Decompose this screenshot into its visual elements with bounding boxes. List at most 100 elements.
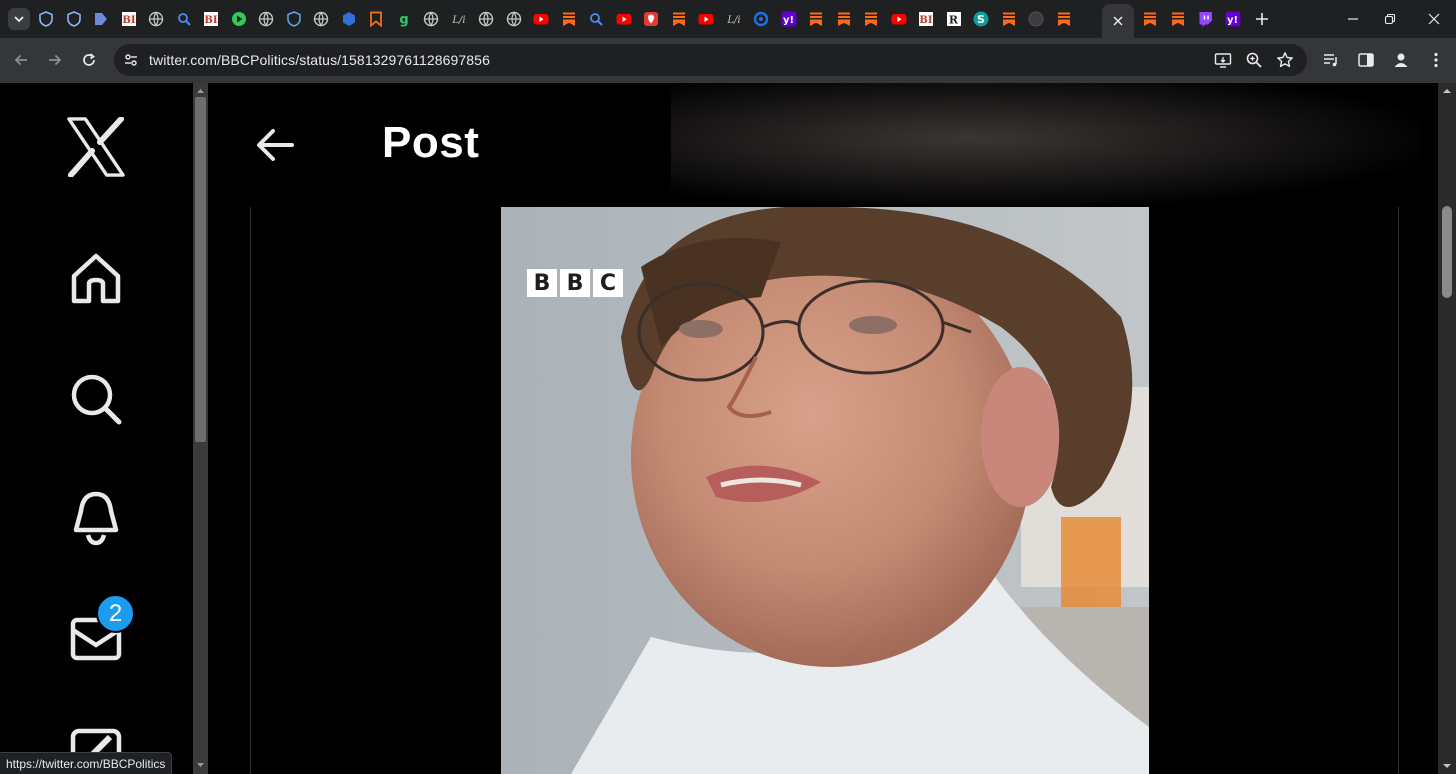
back-nav-button[interactable]	[10, 49, 32, 71]
browser-tab[interactable]	[36, 9, 56, 29]
browser-tab[interactable]	[91, 9, 111, 29]
browser-tab[interactable]	[999, 9, 1019, 29]
reload-button[interactable]	[78, 49, 100, 71]
browser-tab[interactable]: BI	[119, 9, 139, 29]
browser-tab[interactable]: L/i	[449, 9, 469, 29]
restore-button[interactable]	[1380, 9, 1400, 29]
browser-tab[interactable]	[64, 9, 84, 29]
browser-tab[interactable]	[531, 9, 551, 29]
cube-icon	[342, 12, 355, 26]
browser-tab[interactable]	[834, 9, 854, 29]
side-panel-button[interactable]	[1356, 50, 1376, 70]
substack-icon	[1057, 12, 1070, 26]
nav-notifications[interactable]	[66, 487, 126, 547]
sidebar-scrollbar[interactable]	[193, 83, 208, 774]
video-player[interactable]: B B C	[501, 207, 1149, 774]
browser-tab[interactable]	[476, 9, 496, 29]
scroll-up-icon[interactable]	[1438, 85, 1456, 97]
browser-tab[interactable]	[861, 9, 881, 29]
browser-tab[interactable]: L/i	[724, 9, 744, 29]
browser-tab[interactable]: S	[971, 9, 991, 29]
minimize-button[interactable]	[1343, 9, 1363, 29]
browser-tab[interactable]	[174, 9, 194, 29]
scroll-up-icon[interactable]	[193, 85, 208, 97]
arrow-right-icon	[49, 54, 62, 66]
browser-tab[interactable]: y!	[779, 9, 799, 29]
browser-tab[interactable]	[669, 9, 689, 29]
browser-tab[interactable]	[366, 9, 386, 29]
cast-button[interactable]	[1213, 50, 1233, 70]
search-icon	[177, 13, 191, 26]
browser-tab[interactable]	[1054, 9, 1074, 29]
browser-tab[interactable]	[339, 9, 359, 29]
page-scrollbar[interactable]	[1438, 83, 1456, 774]
browser-tab[interactable]	[504, 9, 524, 29]
nav-explore[interactable]	[66, 369, 126, 429]
close-tab-icon[interactable]	[1112, 15, 1124, 27]
browser-tab[interactable]	[696, 9, 716, 29]
browser-tab[interactable]: g	[394, 9, 414, 29]
chevron-down-icon	[14, 16, 24, 23]
browser-tab[interactable]	[146, 9, 166, 29]
close-window-button[interactable]	[1424, 9, 1444, 29]
browser-tab[interactable]	[751, 9, 771, 29]
g-icon: g	[396, 12, 411, 28]
browser-tab[interactable]: BI	[201, 9, 221, 29]
browser-tab[interactable]	[1026, 9, 1046, 29]
browser-tab[interactable]	[614, 9, 634, 29]
browser-tab[interactable]	[1195, 9, 1215, 29]
substack-icon	[865, 12, 877, 26]
bbc-logo-letter: C	[593, 269, 623, 297]
svg-text:y!: y!	[1226, 15, 1237, 26]
browser-tab[interactable]	[1168, 9, 1188, 29]
tab-search-button[interactable]	[8, 8, 30, 30]
profile-icon	[1394, 53, 1408, 67]
browser-tab[interactable]	[256, 9, 276, 29]
page-scroll-thumb[interactable]	[1442, 206, 1452, 298]
browser-tab[interactable]	[806, 9, 826, 29]
shield-icon	[66, 11, 81, 27]
browser-tab[interactable]: y!	[1223, 9, 1243, 29]
active-tab[interactable]	[1102, 4, 1134, 38]
browser-tab[interactable]	[889, 9, 909, 29]
bookmark-icon	[370, 11, 382, 27]
new-tab-button[interactable]	[1252, 9, 1272, 29]
scroll-down-icon[interactable]	[193, 759, 208, 771]
x-logo-link[interactable]	[66, 117, 126, 177]
svg-text:S: S	[977, 13, 985, 26]
browser-tab[interactable]	[641, 9, 661, 29]
sidebar-scroll-thumb[interactable]	[195, 97, 206, 442]
zoom-button[interactable]	[1244, 50, 1264, 70]
profile-button[interactable]	[1391, 50, 1411, 70]
site-info-icon[interactable]	[122, 51, 140, 69]
svg-text:g: g	[399, 13, 408, 28]
browser-tab[interactable]	[421, 9, 441, 29]
globe-icon	[148, 11, 164, 27]
close-icon	[1428, 13, 1440, 25]
bookmark-star-button[interactable]	[1275, 50, 1295, 70]
browser-tab[interactable]	[284, 9, 304, 29]
browser-tab[interactable]	[311, 9, 331, 29]
browser-tab[interactable]	[586, 9, 606, 29]
side-panel-icon	[1358, 53, 1374, 67]
dark-circle-icon	[1028, 11, 1044, 27]
forward-nav-button[interactable]	[44, 49, 66, 71]
scroll-down-icon[interactable]	[1438, 760, 1456, 772]
browser-menu-button[interactable]	[1426, 50, 1446, 70]
browser-tab[interactable]	[229, 9, 249, 29]
svg-text:L/i: L/i	[726, 15, 740, 26]
browser-tab[interactable]: R	[944, 9, 964, 29]
address-bar[interactable]: twitter.com/BBCPolitics/status/158132976…	[114, 44, 1307, 76]
media-controls-button[interactable]	[1321, 50, 1341, 70]
browser-tab[interactable]	[559, 9, 579, 29]
nav-home[interactable]	[66, 249, 126, 309]
column-border-right	[1398, 207, 1399, 774]
bell-icon	[73, 491, 119, 546]
svg-text:BI: BI	[919, 15, 932, 26]
play-icon	[231, 12, 246, 26]
back-button[interactable]	[251, 121, 299, 169]
browser-tab[interactable]: BI	[916, 9, 936, 29]
tab-list-right: y!	[1140, 9, 1243, 29]
browser-tab[interactable]	[1140, 9, 1160, 29]
url-text[interactable]: twitter.com/BBCPolitics/status/158132976…	[149, 52, 490, 68]
